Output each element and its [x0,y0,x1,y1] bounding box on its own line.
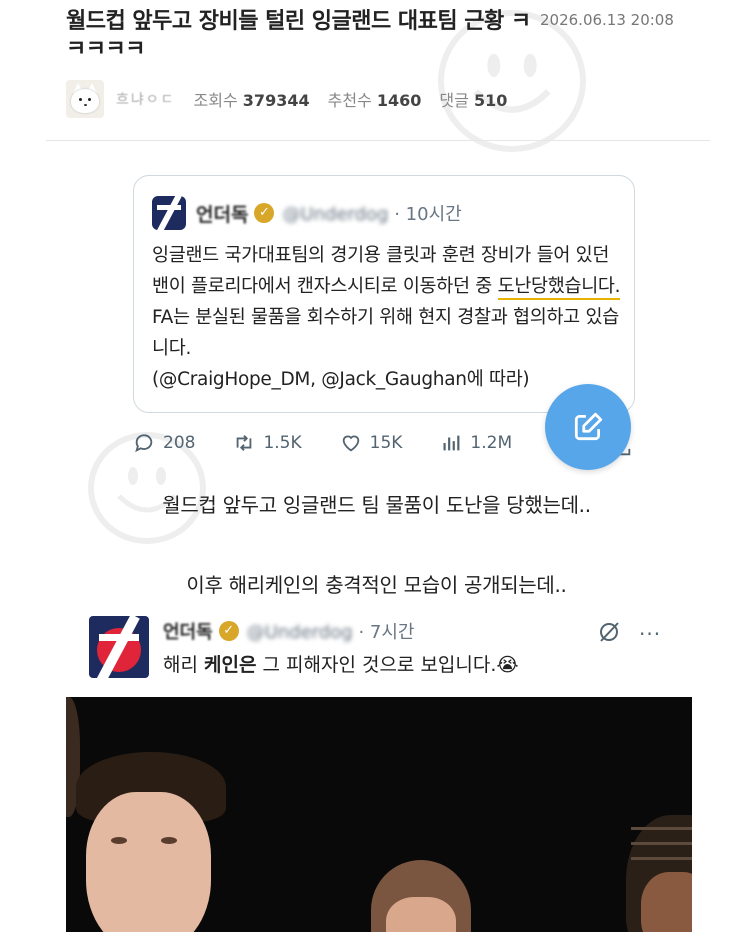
photo-braid [631,842,692,845]
crying-emoji: 😭 [496,654,519,676]
tweet-item[interactable]: 언더독 ✓ @Underdog · 7시간 해리 케인은 그 피해자인 것으로 … [89,612,679,682]
heart-icon [342,435,359,452]
photo-person-face [641,872,692,932]
tweet-text-part: FA는 분실된 물품을 회수하기 위해 현지 경찰과 협의하고 있습니다. [152,307,619,359]
views-icon [443,435,460,451]
handle-text: @Underdog [282,204,389,225]
photo-person-face [386,897,456,932]
comments-count: 510 [473,91,508,110]
likes-count: 1460 [376,91,422,110]
quoted-tweet-card[interactable]: 언더독 ✓ @Underdog · 10시간 잉글랜드 국가대표팀의 경기용 클… [133,175,635,413]
account-name[interactable]: 언더독 [196,200,248,227]
photo-person-eye [111,837,127,844]
views-count: 379344 [242,91,310,110]
post-date: 2026.06.13 20:08 [540,11,674,29]
like-action[interactable]: 15K [340,432,403,454]
tweet-time: · 7시간 [358,622,415,643]
tweet-time: · 10시간 [394,204,462,225]
views-count-tweet: 1.2M [470,433,513,453]
title-row: 월드컵 앞두고 장비들 털린 잉글랜드 대표팀 근황 ㅋㅋㅋㅋㅋ 2026.06… [66,8,706,64]
reply-icon [135,434,153,453]
verified-icon: ✓ [254,203,275,223]
account-handle: @Underdog · 7시간 [247,618,415,644]
grok-icon[interactable] [597,620,621,644]
tweet-text-part: 그 피해자인 것으로 보입니다. [256,654,497,676]
reply-action[interactable]: 208 [133,432,195,454]
tweet-text: 해리 케인은 그 피해자인 것으로 보입니다.😭 [163,650,519,677]
fox-icon [71,89,99,113]
retweet-icon [237,435,252,451]
tweet-text-underlined: 도난당했습니다. [497,276,621,300]
photo-braid [631,827,692,830]
photo-person-eye [161,837,177,844]
photo-person-face [86,792,211,932]
views-stat: 조회수 379344 [194,87,310,111]
photo-braid [631,857,692,860]
quoted-tweet-header: 언더독 ✓ @Underdog · 10시간 [152,196,462,230]
tweet-header: 언더독 ✓ @Underdog · 7시간 [163,618,414,644]
likes-label: 추천수 [327,91,372,110]
post-header: 월드컵 앞두고 장비들 털린 잉글랜드 대표팀 근황 ㅋㅋㅋㅋㅋ 2026.06… [66,8,706,118]
underdog-logo[interactable] [152,196,186,230]
retweet-count: 1.5K [263,433,302,453]
underdog-logo[interactable] [89,616,149,678]
retweet-action[interactable]: 1.5K [233,432,302,454]
author-avatar[interactable] [66,80,104,118]
compose-button[interactable] [545,384,631,470]
fox-eye [79,98,82,101]
views-label: 조회수 [193,91,238,110]
tweet-text-bold: 케인은 [204,654,257,676]
caption-second: 이후 해리케인의 충격적인 모습이 공개되는데.. [186,573,567,597]
logo-slash [156,196,182,230]
author-nickname[interactable]: 흐냐ㅇㄷ [116,89,176,109]
caption-first: 월드컵 앞두고 잉글랜드 팀 물품이 도난을 당했는데.. [162,493,591,517]
more-icon[interactable]: ··· [639,622,661,646]
account-name[interactable]: 언더독 [163,618,213,644]
comments-label: 댓글 [439,91,469,110]
account-handle: @Underdog · 10시간 [282,200,461,226]
fox-nose [84,104,87,106]
fox-eye [88,98,91,101]
tweet-text-part: 해리 [163,654,204,676]
post-title: 월드컵 앞두고 장비들 털린 잉글랜드 대표팀 근황 ㅋㅋㅋㅋㅋ [66,9,531,62]
quoted-tweet-text: 잉글랜드 국가대표팀의 경기용 클릿과 훈련 장비가 들어 있던 밴이 플로리다… [152,240,622,395]
header-divider [46,140,710,141]
comments-stat[interactable]: 댓글 510 [439,87,507,111]
reply-count: 208 [163,433,196,453]
likes-stat: 추천수 1460 [328,87,422,111]
verified-icon: ✓ [218,621,239,641]
views-action[interactable]: 1.2M [440,432,512,454]
like-count: 15K [369,433,403,453]
post-meta: 흐냐ㅇㄷ 조회수 379344 추천수 1460 댓글 510 [66,80,706,118]
compose-icon [574,412,603,441]
tweet-text-source: (@CraigHope_DM, @Jack_Gaughan에 따라) [152,369,530,390]
handle-text: @Underdog [246,622,353,643]
tweet-photo[interactable] [66,697,692,932]
